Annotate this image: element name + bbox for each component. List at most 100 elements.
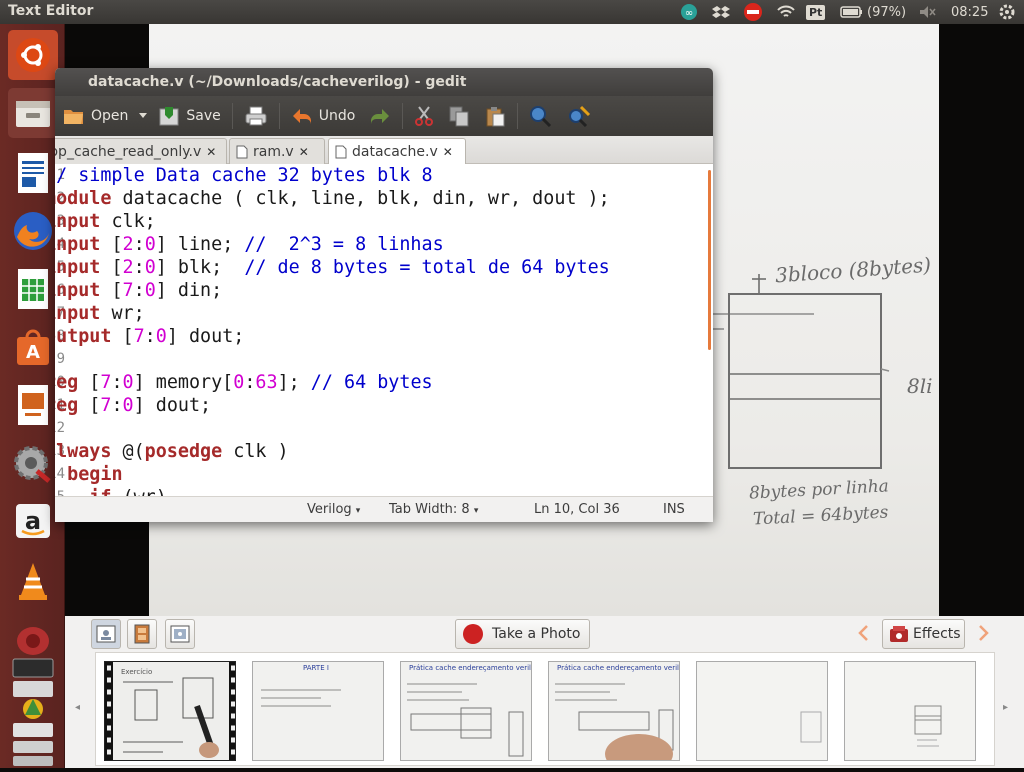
camera-controls-panel: Take a Photo Effects ◂ ▸ Exercício PARTE…: [65, 616, 1024, 768]
dropbox-icon[interactable]: [710, 0, 732, 24]
system-settings-icon[interactable]: [8, 438, 58, 488]
close-icon[interactable]: ✕: [443, 145, 453, 159]
code-line: // simple Data cache 32 bytes blk 8: [55, 165, 433, 186]
code-line: module datacache ( clk, line, blk, din, …: [55, 188, 610, 209]
print-button[interactable]: [237, 98, 275, 134]
tab-label: datacache.v: [352, 144, 438, 160]
document-icon: [236, 145, 248, 158]
photo-thumbnail: [845, 662, 975, 760]
open-recent-dropdown[interactable]: [135, 98, 151, 134]
clock[interactable]: 08:25: [951, 0, 988, 24]
tab-top-cache-read-only[interactable]: top_cache_read_only.v ✕: [55, 138, 227, 164]
code-line: reg [7:0] memory[0:63]; // 64 bytes: [55, 372, 433, 393]
writer-icon[interactable]: [8, 148, 58, 198]
take-photo-button[interactable]: Take a Photo: [455, 619, 590, 649]
tab-datacache[interactable]: datacache.v ✕: [328, 138, 466, 165]
code-line: begin: [67, 464, 123, 485]
thumbnail-photo[interactable]: Prática cache endereçamento verilog: [548, 661, 680, 761]
effects-button[interactable]: Effects: [882, 619, 965, 649]
insert-mode: INS: [663, 502, 685, 517]
svg-text:a: a: [25, 507, 41, 535]
save-icon: [159, 107, 179, 126]
photo-mode-button[interactable]: [91, 619, 121, 649]
wifi-icon[interactable]: [775, 0, 797, 24]
open-folder-icon: [64, 110, 83, 124]
vertical-scrollbar[interactable]: [708, 170, 711, 350]
photo-thumbnail: [697, 662, 827, 760]
redo-button[interactable]: [362, 98, 398, 134]
paste-button[interactable]: [477, 98, 513, 134]
files-icon[interactable]: [8, 88, 58, 138]
document-icon: [335, 145, 347, 159]
ubuntu-dash-icon[interactable]: [8, 30, 58, 80]
impress-icon[interactable]: [8, 380, 58, 430]
code-line: output [7:0] dout;: [55, 326, 245, 347]
keyboard-layout-indicator[interactable]: Pt: [806, 0, 826, 24]
save-button[interactable]: Save: [151, 98, 227, 134]
close-icon[interactable]: ✕: [299, 145, 309, 159]
calc-icon[interactable]: [8, 264, 58, 314]
toolbar: Open Save Undo: [55, 96, 713, 136]
redo-arrow-icon: [371, 109, 390, 124]
chevron-left-icon[interactable]: [857, 624, 869, 646]
thumbnail-photo[interactable]: PARTE I: [252, 661, 384, 761]
note-side-label: 8li: [907, 374, 933, 398]
chevron-right-icon[interactable]: [978, 624, 990, 646]
search-icon: [530, 106, 552, 127]
toolbar-separator: [278, 103, 280, 129]
code-editor[interactable]: 1 2 3 4 5 6 7 8 9 10 11 12 13 14 15 // s…: [55, 164, 713, 496]
thumbnail-video[interactable]: Exercício: [104, 661, 236, 761]
chevron-down-icon: ▾: [473, 506, 479, 516]
cut-button[interactable]: [407, 98, 441, 134]
code-line: reg [7:0] dout;: [55, 395, 212, 416]
amazon-icon[interactable]: a: [8, 496, 58, 546]
status-bar: Verilog ▾ Tab Width: 8 ▾ Ln 10, Col 36 I…: [55, 496, 713, 522]
code-line: input [2:0] blk; // de 8 bytes = total d…: [55, 257, 610, 278]
tab-label: ram.v: [253, 143, 294, 160]
film-icon: [134, 624, 150, 644]
video-mode-button[interactable]: [127, 619, 157, 649]
find-replace-button[interactable]: [560, 98, 598, 134]
volume-muted-icon[interactable]: [918, 0, 936, 24]
strip-scroll-left-icon[interactable]: ◂: [75, 702, 80, 713]
open-button[interactable]: Open: [55, 98, 135, 134]
undo-button[interactable]: Undo: [284, 98, 363, 134]
burst-photo-icon: [170, 625, 190, 643]
stacked-launcher-icons[interactable]: [8, 652, 58, 772]
close-icon[interactable]: ✕: [206, 145, 216, 159]
power-gear-icon[interactable]: [998, 0, 1016, 24]
svg-text:∞: ∞: [685, 8, 693, 19]
thumbnail-photo[interactable]: [844, 661, 976, 761]
window-title: datacache.v (~/Downloads/cacheverilog) -…: [88, 74, 467, 90]
printer-icon: [245, 106, 267, 126]
tab-width-selector[interactable]: Tab Width: 8 ▾: [389, 502, 478, 517]
code-line: if (wr): [55, 487, 167, 496]
photo-thumbnail: [401, 662, 531, 760]
strip-scroll-right-icon[interactable]: ▸: [1003, 702, 1008, 713]
code-line: input clk;: [55, 211, 156, 232]
thumbnail-photo[interactable]: Prática cache endereçamento verilog: [400, 661, 532, 761]
thumbnail-photo[interactable]: [696, 661, 828, 761]
language-selector[interactable]: Verilog ▾: [307, 502, 360, 517]
find-button[interactable]: [522, 98, 560, 134]
search-replace-icon: [569, 105, 591, 127]
burst-mode-button[interactable]: [165, 619, 195, 649]
arduino-indicator-icon[interactable]: ∞: [678, 0, 700, 24]
firefox-icon[interactable]: [8, 206, 58, 256]
record-icon: [463, 624, 483, 644]
scissors-icon: [415, 106, 434, 126]
battery-icon: [840, 6, 862, 18]
thumbnail-strip: Exercício PARTE I Prática cache endereça…: [95, 652, 995, 766]
paste-clipboard-icon: [486, 107, 505, 127]
window-titlebar[interactable]: datacache.v (~/Downloads/cacheverilog) -…: [55, 68, 713, 96]
no-entry-icon[interactable]: [742, 0, 764, 24]
gedit-window: datacache.v (~/Downloads/cacheverilog) -…: [55, 68, 713, 522]
software-center-icon[interactable]: A: [8, 322, 58, 372]
code-line: input [2:0] line; // 2^3 = 8 linhas: [55, 234, 444, 255]
tab-label: top_cache_read_only.v: [55, 143, 202, 160]
battery-indicator[interactable]: (97%): [840, 0, 906, 24]
copy-button[interactable]: [441, 98, 477, 134]
chevron-down-icon: [139, 113, 148, 118]
vlc-icon[interactable]: [8, 556, 58, 606]
tab-ram[interactable]: ram.v ✕: [229, 138, 325, 164]
